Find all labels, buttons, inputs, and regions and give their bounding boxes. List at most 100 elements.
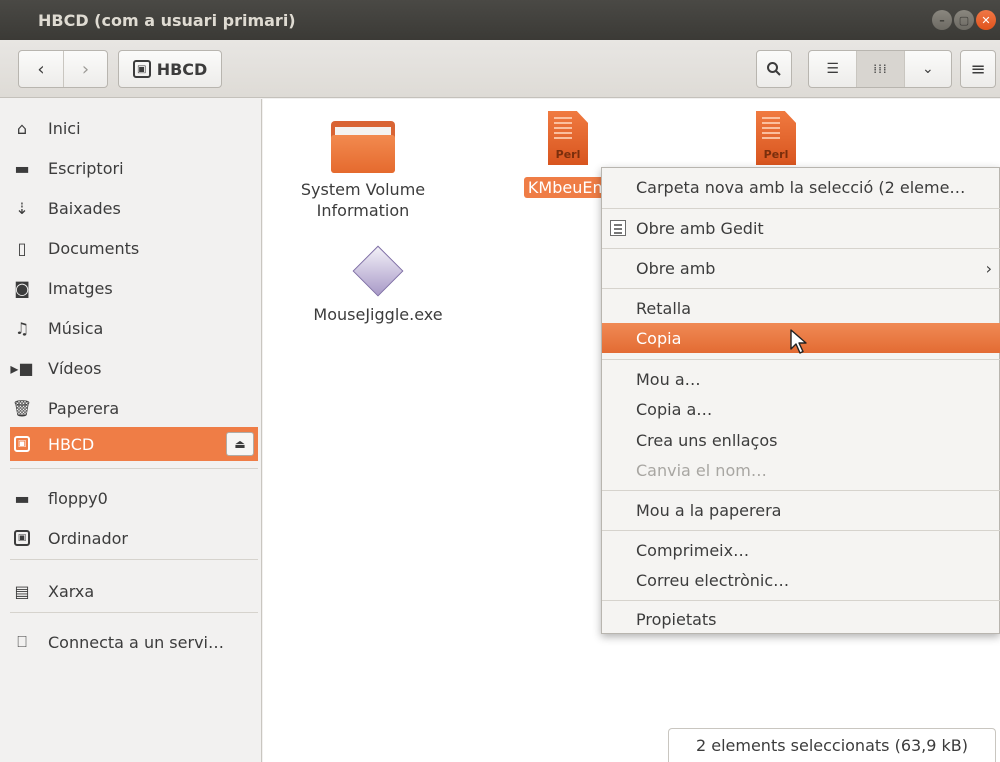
sidebar-item-videos[interactable]: ▸■ Vídeos <box>10 351 258 385</box>
sidebar-item-paperera[interactable]: 🗑 Paperera <box>10 391 258 425</box>
drive-icon: ▣ <box>10 436 34 452</box>
chevron-down-icon: ⌄ <box>921 61 934 77</box>
sidebar-separator <box>10 559 258 560</box>
hamburger-menu-icon: ≡ <box>970 58 986 80</box>
chevron-right-icon: › <box>985 258 992 278</box>
trash-icon: 🗑 <box>11 398 33 418</box>
sidebar-item-musica[interactable]: ♫ Música <box>10 311 258 345</box>
search-button[interactable] <box>756 50 792 88</box>
sidebar-item-label: Ordinador <box>48 528 128 548</box>
menu-item-label: Canvia el nom… <box>636 460 767 480</box>
menu-item-label: Copia <box>636 328 682 348</box>
window-titlebar[interactable]: HBCD (com a usuari primari) – ▢ ✕ <box>0 0 1000 40</box>
list-view-button[interactable]: ☰ <box>809 51 856 87</box>
sidebar-item-connect-server[interactable]: ⎕ Connecta a un servi… <box>10 625 258 659</box>
file-item-mousejiggle[interactable]: MouseJiggle.exe <box>293 244 463 325</box>
menu-item-label: Obre amb <box>636 258 716 278</box>
menu-item-label: Mou a la paperera <box>636 500 782 520</box>
menu-item-open-with[interactable]: Obre amb › <box>602 253 1000 283</box>
menu-item-move-to-trash[interactable]: Mou a la paperera <box>602 495 1000 525</box>
sidebar-item-xarxa[interactable]: ▤ Xarxa <box>10 574 258 608</box>
menu-item-label: Correu electrònic… <box>636 570 790 590</box>
sidebar-item-hbcd[interactable]: ▣ HBCD ⏏ <box>10 427 258 461</box>
list-view-icon: ☰ <box>826 61 839 77</box>
menu-item-copy-to[interactable]: Copia a… <box>602 394 1000 424</box>
sidebar-item-label: Inici <box>48 118 81 138</box>
status-indicator: 2 elements seleccionats (63,9 kB) <box>668 728 996 762</box>
menu-item-properties[interactable]: Propietats <box>602 604 1000 634</box>
file-name: System Volume Information <box>300 180 426 220</box>
network-icon: ▤ <box>14 581 30 601</box>
app-menu-button[interactable]: ≡ <box>960 50 996 88</box>
menu-separator <box>602 288 1000 289</box>
video-icon: ▸■ <box>10 358 34 378</box>
maximize-button[interactable]: ▢ <box>954 10 974 30</box>
sidebar-item-baixades[interactable]: ⇣ Baixades <box>10 191 258 225</box>
sidebar-item-ordinador[interactable]: ▣ Ordinador <box>10 521 258 555</box>
sidebar-item-label: Documents <box>48 238 140 258</box>
back-button[interactable]: ‹ <box>19 51 63 87</box>
floppy-icon: ▬ <box>14 488 30 508</box>
file-item-system-volume-information[interactable]: System Volume Information <box>293 121 433 221</box>
sidebar-item-label: Escriptori <box>48 158 124 178</box>
context-menu: Carpeta nova amb la selecció (2 eleme… O… <box>601 167 1000 634</box>
path-label: HBCD <box>156 59 208 79</box>
forward-button[interactable]: › <box>62 51 107 87</box>
chevron-right-icon: › <box>81 58 90 80</box>
download-icon: ⇣ <box>15 198 29 218</box>
menu-item-cut[interactable]: Retalla <box>602 293 1000 323</box>
perl-script-icon: Perl <box>548 111 588 165</box>
perl-script-icon: Perl <box>756 111 796 165</box>
sidebar-item-inici[interactable]: ⌂ Inici <box>10 111 258 145</box>
grid-view-icon: ⁞⁞⁞ <box>873 62 888 76</box>
menu-item-label: Crea uns enllaços <box>636 430 778 450</box>
menu-item-label: Retalla <box>636 298 692 318</box>
menu-separator <box>602 248 1000 249</box>
file-item-perl-script[interactable]: Perl <box>756 111 796 165</box>
sidebar-item-escriptori[interactable]: ▬ Escriptori <box>10 151 258 185</box>
sidebar-item-label: Xarxa <box>48 581 95 601</box>
minimize-button[interactable]: – <box>932 10 952 30</box>
sidebar-item-label: floppy0 <box>48 488 108 508</box>
menu-separator <box>602 359 1000 360</box>
menu-item-label: Propietats <box>636 609 717 629</box>
grid-view-button[interactable]: ⁞⁞⁞ <box>856 51 904 87</box>
menu-item-compress[interactable]: Comprimeix… <box>602 535 1000 565</box>
sidebar-item-label: HBCD <box>48 434 95 454</box>
menu-item-open-with-gedit[interactable]: Obre amb Gedit <box>602 213 1000 243</box>
sidebar-item-documents[interactable]: ▯ Documents <box>10 231 258 265</box>
sidebar-item-label: Connecta a un servi… <box>48 632 224 652</box>
window-title: HBCD (com a usuari primari) <box>38 10 296 30</box>
menu-item-label: Mou a… <box>636 369 701 389</box>
drive-icon: ▣ <box>132 60 151 78</box>
menu-item-label: Carpeta nova amb la selecció (2 eleme… <box>636 177 966 197</box>
view-options-button[interactable]: ⌄ <box>903 51 951 87</box>
mouse-cursor-icon <box>790 329 807 354</box>
menu-item-label: Obre amb Gedit <box>636 218 764 238</box>
chevron-left-icon: ‹ <box>37 58 45 80</box>
file-name: KMbeuEm <box>523 177 613 198</box>
menu-item-email[interactable]: Correu electrònic… <box>602 565 1000 595</box>
eject-button[interactable]: ⏏ <box>226 432 254 456</box>
close-button[interactable]: ✕ <box>976 10 996 30</box>
menu-item-rename: Canvia el nom… <box>602 455 1000 485</box>
menu-separator <box>602 490 1000 491</box>
sidebar-item-floppy0[interactable]: ▬ floppy0 <box>10 481 258 515</box>
document-icon: ▯ <box>17 238 27 258</box>
sidebar-item-label: Música <box>48 318 104 338</box>
sidebar-separator <box>10 468 258 469</box>
sidebar-item-label: Baixades <box>48 198 121 218</box>
eject-icon: ⏏ <box>234 437 246 451</box>
menu-item-move-to[interactable]: Mou a… <box>602 364 1000 394</box>
executable-icon <box>351 244 405 298</box>
search-icon <box>767 62 781 76</box>
menu-item-new-folder-with-selection[interactable]: Carpeta nova amb la selecció (2 eleme… <box>602 172 1000 202</box>
home-icon: ⌂ <box>16 118 28 138</box>
view-mode-buttons: ☰ ⁞⁞⁞ ⌄ <box>808 50 952 88</box>
path-bar-button[interactable]: ▣ HBCD <box>118 50 222 88</box>
server-icon: ⎕ <box>17 632 27 651</box>
sidebar-item-imatges[interactable]: ◙ Imatges <box>10 271 258 305</box>
menu-separator <box>602 530 1000 531</box>
folder-icon <box>331 121 395 173</box>
menu-item-create-links[interactable]: Crea uns enllaços <box>602 425 1000 455</box>
